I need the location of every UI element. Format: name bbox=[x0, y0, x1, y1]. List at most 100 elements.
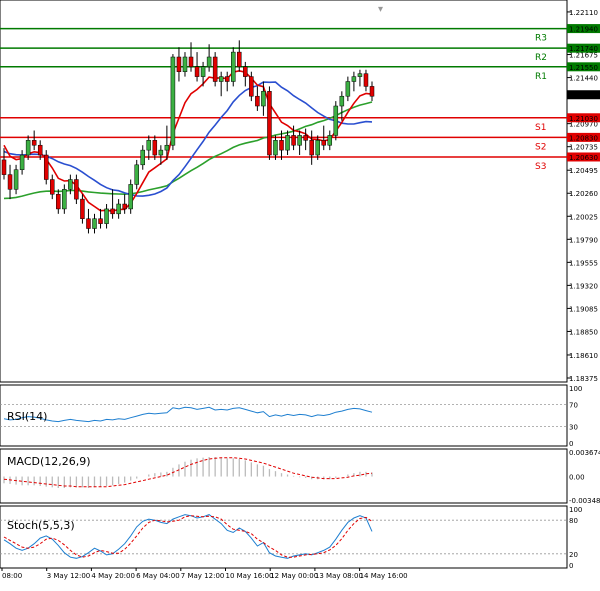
price-y-tick-label: 1.19320 bbox=[569, 282, 598, 290]
candle-body bbox=[146, 140, 152, 151]
candle-body bbox=[255, 95, 260, 107]
x-tick-label: 12 May 00:00 bbox=[270, 572, 318, 580]
level-name-s1: S1 bbox=[535, 123, 546, 133]
candle-body bbox=[170, 56, 176, 146]
candle-body bbox=[13, 169, 19, 190]
candle-body bbox=[230, 51, 236, 82]
candle-body bbox=[351, 76, 357, 82]
price-y-tick-label: 1.18610 bbox=[569, 352, 598, 360]
price-y-tick-label: 1.21440 bbox=[569, 75, 598, 83]
candle-body bbox=[333, 105, 339, 136]
candle-body bbox=[218, 76, 224, 82]
candle-body bbox=[43, 154, 49, 180]
candle-body bbox=[122, 203, 127, 210]
stoch-panel-frame bbox=[0, 505, 568, 569]
candle-body bbox=[92, 218, 97, 229]
level-name-r2: R2 bbox=[535, 53, 547, 63]
candle-body bbox=[80, 198, 85, 219]
candle-body bbox=[116, 203, 121, 215]
x-tick-label: 7 May 12:00 bbox=[181, 572, 225, 580]
x-tick-label: 14 May 16:00 bbox=[360, 572, 408, 580]
candle-body bbox=[31, 140, 37, 146]
candle-body bbox=[37, 144, 43, 156]
candle-body bbox=[237, 51, 242, 68]
x-tick-label: 08:00 bbox=[2, 572, 22, 580]
candle-body bbox=[267, 91, 272, 156]
candle-body bbox=[206, 56, 212, 68]
x-tick-label: 3 May 12:00 bbox=[47, 572, 91, 580]
candle-body bbox=[327, 135, 333, 146]
x-tick-label: 4 May 20:00 bbox=[91, 572, 135, 580]
candle-body bbox=[62, 189, 67, 210]
candle-body bbox=[98, 218, 103, 224]
candle-body bbox=[249, 76, 254, 97]
candle-body bbox=[86, 218, 91, 229]
candle-body bbox=[110, 208, 115, 215]
macd-y-tick-label: -0.003486 bbox=[569, 497, 600, 505]
window-menu-icon[interactable]: ▾ bbox=[378, 4, 383, 15]
level-price-label: 1.21940 bbox=[569, 26, 598, 34]
candle-body bbox=[291, 135, 296, 146]
candle-body bbox=[315, 140, 320, 156]
candle-body bbox=[309, 140, 314, 156]
candle-body bbox=[273, 140, 278, 156]
candle-body bbox=[339, 95, 345, 107]
candle-body bbox=[25, 140, 31, 156]
candle-body bbox=[369, 86, 375, 97]
candle-body bbox=[224, 76, 230, 82]
candle-body bbox=[134, 164, 139, 185]
macd-title: MACD(12,26,9) bbox=[7, 455, 91, 468]
rsi-y-tick-label: 70 bbox=[569, 402, 578, 410]
candle-body bbox=[200, 66, 206, 77]
price-y-tick-label: 1.20735 bbox=[569, 144, 598, 152]
price-y-tick-label: 1.19555 bbox=[569, 259, 598, 267]
level-price-label: 1.21550 bbox=[569, 64, 598, 72]
level-price-label: 1.21030 bbox=[569, 115, 598, 123]
macd-y-tick-label: 0.003674 bbox=[569, 449, 600, 457]
candle-body bbox=[128, 184, 133, 210]
rsi-title: RSI(14) bbox=[7, 410, 47, 423]
stoch-y-tick-label: 20 bbox=[569, 551, 578, 559]
candle-body bbox=[194, 66, 200, 77]
last-price-label: 1.21265 bbox=[569, 92, 598, 100]
level-price-label: 1.21740 bbox=[569, 45, 598, 53]
candle-body bbox=[7, 174, 13, 190]
price-y-tick-label: 1.20260 bbox=[569, 190, 598, 198]
price-y-tick-label: 1.20495 bbox=[569, 167, 598, 175]
level-name-r3: R3 bbox=[535, 34, 547, 44]
x-tick-label: 10 May 16:00 bbox=[226, 572, 274, 580]
rsi-y-tick-label: 0 bbox=[569, 440, 573, 448]
level-price-label: 1.20830 bbox=[569, 134, 598, 142]
x-tick-label: 13 May 08:00 bbox=[315, 572, 363, 580]
price-y-tick-label: 1.19085 bbox=[569, 305, 598, 313]
candle-body bbox=[345, 81, 351, 97]
candle-body bbox=[56, 193, 61, 210]
candle-body bbox=[279, 140, 284, 151]
stoch-title: Stoch(5,5,3) bbox=[7, 519, 75, 532]
macd-y-tick-label: 0.00 bbox=[569, 474, 585, 482]
candle-body bbox=[212, 56, 218, 82]
price-y-tick-label: 1.18375 bbox=[569, 375, 598, 383]
candle-body bbox=[19, 154, 25, 170]
level-name-s2: S2 bbox=[535, 142, 546, 152]
candle-body bbox=[188, 56, 194, 68]
candle-body bbox=[74, 179, 79, 200]
stoch-y-tick-label: 80 bbox=[569, 517, 578, 525]
candle-body bbox=[50, 179, 55, 195]
candle-body bbox=[1, 159, 7, 175]
stoch-y-tick-label: 100 bbox=[569, 506, 582, 514]
candle-body bbox=[104, 208, 109, 224]
level-price-label: 1.20630 bbox=[569, 154, 598, 162]
level-name-s3: S3 bbox=[535, 162, 546, 172]
level-name-r1: R1 bbox=[535, 72, 547, 82]
candle-body bbox=[285, 135, 290, 151]
candle-body bbox=[140, 149, 146, 166]
rsi-y-tick-label: 100 bbox=[569, 385, 582, 393]
stoch-y-tick-label: 0 bbox=[569, 562, 573, 570]
candle-body bbox=[243, 66, 248, 77]
candle-body bbox=[158, 149, 164, 156]
candle-body bbox=[164, 144, 170, 151]
candle-body bbox=[261, 91, 266, 107]
price-y-tick-label: 1.18850 bbox=[569, 328, 598, 336]
candle-body bbox=[176, 56, 182, 72]
